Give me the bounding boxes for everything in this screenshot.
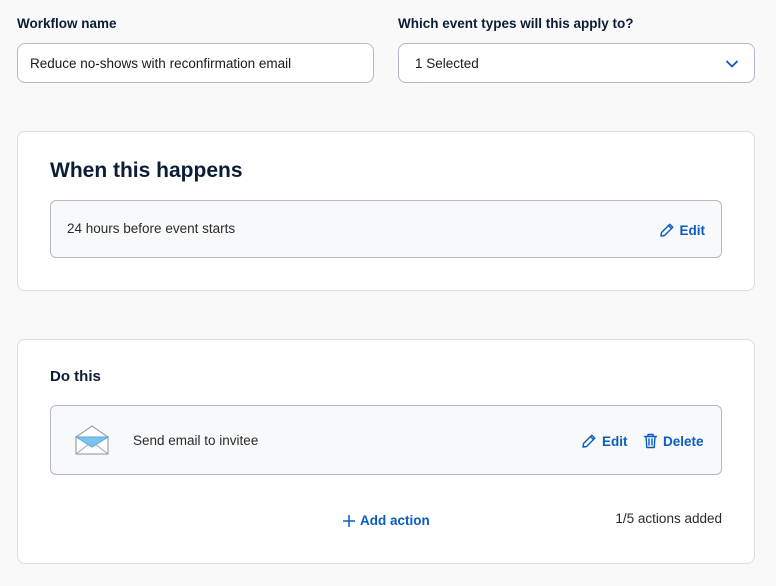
trigger-card: When this happens 24 hours before event … [17,131,755,291]
event-types-label: Which event types will this apply to? [398,16,634,31]
actions-card: Do this Send email to invitee Edit Delet… [17,339,755,564]
envelope-icon [74,425,110,460]
event-types-selected-value: 1 Selected [415,55,479,71]
action-edit-label: Edit [602,433,628,449]
trigger-edit-label: Edit [679,222,706,238]
action-label: Send email to invitee [133,433,259,448]
chevron-down-icon [726,56,738,71]
pencil-icon [659,222,675,238]
trash-icon [643,433,658,449]
pencil-icon [581,433,597,449]
trigger-row: 24 hours before event starts Edit [50,200,722,258]
plus-icon [343,514,355,527]
add-action-label: Add action [360,513,430,528]
trigger-description: 24 hours before event starts [67,221,236,236]
add-action-button[interactable]: Add action [343,513,430,528]
workflow-name-input[interactable] [17,43,374,83]
actions-card-title: Do this [50,368,101,385]
event-types-select[interactable]: 1 Selected [398,43,755,83]
action-delete-button[interactable]: Delete [643,433,704,449]
action-edit-button[interactable]: Edit [581,433,628,449]
trigger-card-title: When this happens [50,159,243,182]
action-delete-label: Delete [663,433,704,449]
actions-count-text: 1/5 actions added [615,511,722,526]
workflow-name-label: Workflow name [17,16,117,31]
action-row: Send email to invitee Edit Delete [50,405,722,475]
trigger-edit-button[interactable]: Edit [659,222,706,238]
